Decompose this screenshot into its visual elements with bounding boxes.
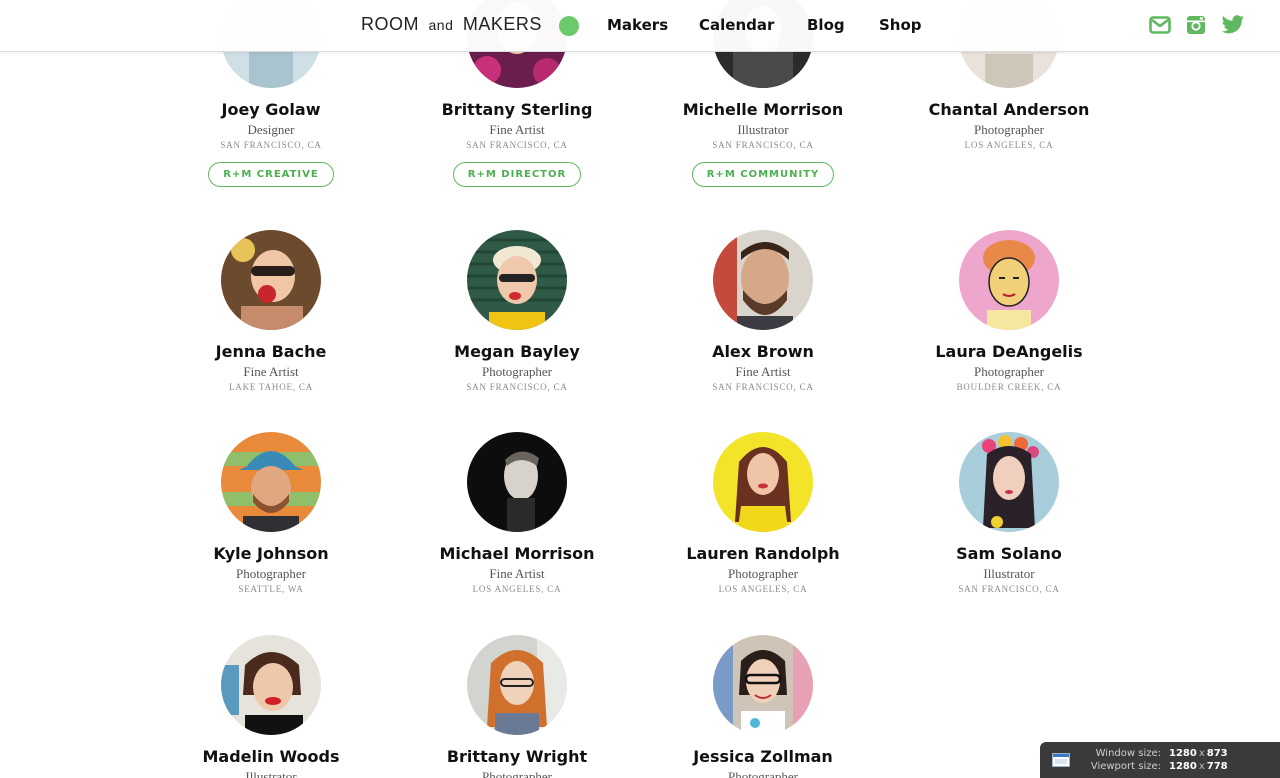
maker-name[interactable]: Kyle Johnson <box>151 544 391 563</box>
logo-and: and <box>428 17 454 33</box>
maker-avatar[interactable] <box>221 635 321 735</box>
nav-shop[interactable]: Shop <box>879 16 922 34</box>
maker-name[interactable]: Michael Morrison <box>397 544 637 563</box>
maker-name[interactable]: Sam Solano <box>889 544 1129 563</box>
viewport-x: x <box>1198 761 1205 772</box>
maker-avatar[interactable] <box>467 432 567 532</box>
maker-name[interactable]: Brittany Sterling <box>397 100 637 119</box>
maker-location: LAKE TAHOE, CA <box>228 382 314 392</box>
maker-role: Photographer <box>727 769 799 778</box>
window-size-label: Window size: <box>1095 748 1161 759</box>
maker-role: Illustrator <box>737 122 789 137</box>
maker-card: Sam Solano Illustrator SAN FRANCISCO, CA <box>889 432 1129 594</box>
maker-name[interactable]: Brittany Wright <box>397 747 637 766</box>
maker-name[interactable]: Lauren Randolph <box>643 544 883 563</box>
window-x: x <box>1198 748 1205 759</box>
maker-avatar[interactable] <box>959 432 1059 532</box>
maker-badge[interactable]: R+M DIRECTOR <box>452 162 582 187</box>
nav-calendar[interactable]: Calendar <box>699 16 774 34</box>
maker-card: Madelin Woods Illustrator <box>151 635 391 778</box>
nav-makers[interactable]: Makers <box>607 16 668 34</box>
maker-role: Photographer <box>235 566 307 581</box>
maker-location: SAN FRANCISCO, CA <box>712 382 814 392</box>
maker-role: Fine Artist <box>243 364 299 379</box>
maker-card: Jenna Bache Fine Artist LAKE TAHOE, CA <box>151 230 391 392</box>
maker-name[interactable]: Laura DeAngelis <box>889 342 1129 361</box>
maker-role: Fine Artist <box>489 122 545 137</box>
window-height: 873 <box>1206 748 1228 759</box>
maker-card: Kyle Johnson Photographer SEATTLE, WA <box>151 432 391 594</box>
maker-role: Designer <box>247 122 295 137</box>
nav-blog[interactable]: Blog <box>807 16 845 34</box>
maker-avatar[interactable] <box>713 230 813 330</box>
logo-dot <box>559 16 579 36</box>
window-icon <box>1052 753 1070 770</box>
maker-location: SAN FRANCISCO, CA <box>220 140 322 150</box>
site-header: ROOM and MAKERS Makers Calendar Blog Sho… <box>0 0 1280 52</box>
logo-room: ROOM <box>361 14 419 34</box>
maker-avatar[interactable] <box>713 635 813 735</box>
viewport-height: 778 <box>1206 761 1228 772</box>
maker-location: SAN FRANCISCO, CA <box>466 382 568 392</box>
maker-role: Photographer <box>973 122 1045 137</box>
maker-card: Alex Brown Fine Artist SAN FRANCISCO, CA <box>643 230 883 392</box>
instagram-icon[interactable] <box>1186 15 1206 35</box>
maker-name[interactable]: Madelin Woods <box>151 747 391 766</box>
maker-role: Photographer <box>481 364 553 379</box>
maker-name[interactable]: Chantal Anderson <box>889 100 1129 119</box>
maker-role: Fine Artist <box>735 364 791 379</box>
maker-name[interactable]: Jessica Zollman <box>643 747 883 766</box>
maker-avatar[interactable] <box>221 230 321 330</box>
maker-role: Photographer <box>481 769 553 778</box>
logo-makers: MAKERS <box>462 14 542 34</box>
maker-location: SAN FRANCISCO, CA <box>958 584 1060 594</box>
maker-location: BOULDER CREEK, CA <box>956 382 1062 392</box>
viewport-size-row: Viewport size: 1280 x 778 <box>1080 761 1270 772</box>
viewport-width: 1280 <box>1169 761 1197 772</box>
viewport-size-label: Viewport size: <box>1090 761 1161 772</box>
window-width: 1280 <box>1169 748 1197 759</box>
maker-avatar[interactable] <box>467 230 567 330</box>
mail-icon[interactable] <box>1149 15 1171 35</box>
maker-name[interactable]: Megan Bayley <box>397 342 637 361</box>
maker-card: Megan Bayley Photographer SAN FRANCISCO,… <box>397 230 637 392</box>
window-size-row: Window size: 1280 x 873 <box>1080 748 1270 759</box>
maker-name[interactable]: Jenna Bache <box>151 342 391 361</box>
maker-avatar[interactable] <box>467 635 567 735</box>
maker-role: Illustrator <box>983 566 1035 581</box>
maker-card: Brittany Wright Photographer <box>397 635 637 778</box>
maker-badge[interactable]: R+M COMMUNITY <box>691 162 835 187</box>
maker-card: Laura DeAngelis Photographer BOULDER CRE… <box>889 230 1129 392</box>
site-logo[interactable]: ROOM and MAKERS <box>361 14 542 35</box>
maker-role: Fine Artist <box>489 566 545 581</box>
maker-location: LOS ANGELES, CA <box>964 140 1054 150</box>
maker-card: Michael Morrison Fine Artist LOS ANGELES… <box>397 432 637 594</box>
maker-avatar[interactable] <box>959 230 1059 330</box>
maker-role: Photographer <box>973 364 1045 379</box>
maker-card: Lauren Randolph Photographer LOS ANGELES… <box>643 432 883 594</box>
maker-name[interactable]: Alex Brown <box>643 342 883 361</box>
maker-location: SAN FRANCISCO, CA <box>466 140 568 150</box>
maker-avatar[interactable] <box>713 432 813 532</box>
maker-location: LOS ANGELES, CA <box>718 584 808 594</box>
maker-location: SEATTLE, WA <box>238 584 304 594</box>
maker-role: Illustrator <box>245 769 297 778</box>
maker-avatar[interactable] <box>221 432 321 532</box>
maker-name[interactable]: Joey Golaw <box>151 100 391 119</box>
maker-card: Jessica Zollman Photographer <box>643 635 883 778</box>
maker-badge[interactable]: R+M CREATIVE <box>208 162 334 187</box>
maker-name[interactable]: Michelle Morrison <box>643 100 883 119</box>
twitter-icon[interactable] <box>1221 15 1245 35</box>
maker-location: SAN FRANCISCO, CA <box>712 140 814 150</box>
maker-role: Photographer <box>727 566 799 581</box>
maker-location: LOS ANGELES, CA <box>472 584 562 594</box>
window-size-overlay: Window size: 1280 x 873 Viewport size: 1280 x… <box>1040 742 1280 778</box>
